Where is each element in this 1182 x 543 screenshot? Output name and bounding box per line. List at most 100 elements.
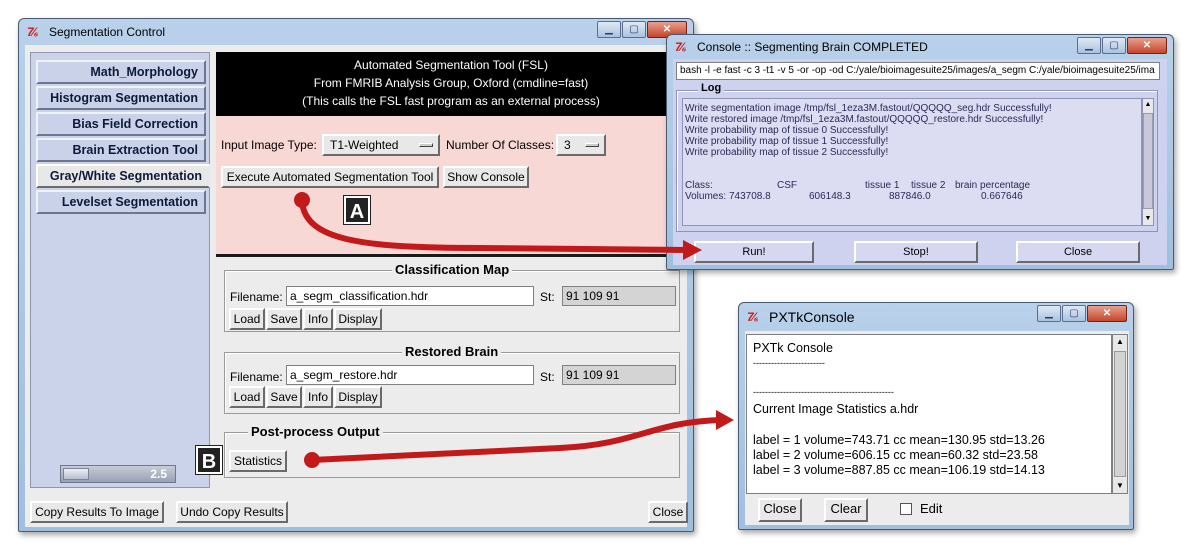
volume-tissue1: 606148.3 bbox=[809, 191, 851, 202]
pxtk-text-area[interactable]: PXTk Console ------------------------ --… bbox=[746, 334, 1112, 494]
scroll-thumb[interactable] bbox=[1114, 351, 1126, 477]
statistics-button[interactable]: Statistics bbox=[229, 450, 287, 472]
class-row: Class: CSF tissue 1 tissue 2 brain perce… bbox=[685, 180, 1139, 191]
restored-filename-field[interactable]: a_segm_restore.hdr bbox=[286, 365, 534, 385]
console-command-field[interactable]: bash -l -e fast -c 3 -t1 -v 5 -or -op -o… bbox=[676, 62, 1160, 80]
maximize-icon[interactable]: ▢ bbox=[622, 21, 646, 38]
slider-value: 2.5 bbox=[150, 467, 167, 481]
restored-display-button[interactable]: Display bbox=[334, 386, 382, 408]
dropdown-indicator-icon bbox=[585, 143, 599, 147]
pxtk-window-controls: ▁ ▢ ✕ bbox=[1036, 305, 1127, 322]
tab-gray-white-segmentation[interactable]: Gray/White Segmentation bbox=[36, 164, 210, 188]
log-line: Write probability map of tissue 0 Succes… bbox=[685, 125, 889, 136]
classification-display-button[interactable]: Display bbox=[334, 308, 382, 330]
volume-tissue2: 887846.0 bbox=[889, 191, 931, 202]
dropdown-indicator-icon bbox=[419, 143, 433, 147]
tk-logo-icon: 7⁄₆ bbox=[675, 40, 686, 54]
pxtk-title: PXTkConsole bbox=[769, 309, 855, 325]
num-classes-label: Number Of Classes: bbox=[446, 138, 555, 152]
classification-info-button[interactable]: Info bbox=[303, 308, 333, 330]
num-classes-value: 3 bbox=[564, 138, 571, 152]
class-tissue2: tissue 2 bbox=[911, 180, 946, 191]
classification-load-button[interactable]: Load bbox=[229, 308, 265, 330]
maximize-icon[interactable]: ▢ bbox=[1102, 37, 1126, 54]
console-close-button[interactable]: Close bbox=[1016, 241, 1140, 263]
tab-brain-extraction-tool[interactable]: Brain Extraction Tool bbox=[36, 138, 206, 162]
show-console-button[interactable]: Show Console bbox=[443, 166, 529, 188]
pxtk-dash-short: ------------------------ bbox=[753, 358, 825, 368]
callout-a: A bbox=[343, 195, 371, 225]
scroll-down-icon[interactable]: ▼ bbox=[1143, 213, 1153, 225]
tab-histogram-segmentation[interactable]: Histogram Segmentation bbox=[36, 86, 206, 110]
maximize-icon[interactable]: ▢ bbox=[1062, 305, 1086, 322]
classification-filename-field[interactable]: a_segm_classification.hdr bbox=[286, 286, 534, 306]
input-type-label: Input Image Type: bbox=[221, 138, 317, 152]
console-window-controls: ▁ ▢ ✕ bbox=[1076, 37, 1167, 54]
restored-info-button[interactable]: Info bbox=[303, 386, 333, 408]
close-icon[interactable]: ✕ bbox=[1087, 305, 1127, 322]
postprocess-title: Post-process Output bbox=[248, 424, 383, 439]
tab-levelset-segmentation[interactable]: Levelset Segmentation bbox=[36, 190, 206, 214]
log-line: Write restored image /tmp/fsl_1eza3M.fas… bbox=[685, 114, 1044, 125]
execute-segmentation-button[interactable]: Execute Automated Segmentation Tool bbox=[221, 166, 439, 188]
close-icon[interactable]: ✕ bbox=[1127, 37, 1167, 54]
pxtk-close-button[interactable]: Close bbox=[758, 498, 802, 522]
scroll-thumb[interactable] bbox=[1143, 113, 1153, 209]
pxtk-stat-line: label = 3 volume=887.85 cc mean=106.19 s… bbox=[753, 463, 1045, 477]
scroll-down-icon[interactable]: ▼ bbox=[1113, 479, 1127, 493]
log-text-area[interactable]: Write segmentation image /tmp/fsl_1eza3M… bbox=[682, 98, 1142, 226]
pxtk-stat-line: label = 1 volume=743.71 cc mean=130.95 s… bbox=[753, 433, 1045, 447]
volume-csf: 743708.8 bbox=[729, 191, 771, 202]
class-tissue1: tissue 1 bbox=[865, 180, 900, 191]
pxtk-clear-button[interactable]: Clear bbox=[824, 498, 868, 522]
tk-logo-icon: 7⁄₆ bbox=[27, 25, 38, 39]
restored-st-field[interactable]: 91 109 91 bbox=[562, 365, 676, 385]
tab-bias-field-correction[interactable]: Bias Field Correction bbox=[36, 112, 206, 136]
pxtk-scrollbar[interactable]: ▲ ▼ bbox=[1112, 334, 1128, 494]
log-title: Log bbox=[698, 82, 725, 94]
pxtk-stat-line: label = 2 volume=606.15 cc mean=60.32 st… bbox=[753, 448, 1038, 462]
log-line: Write segmentation image /tmp/fsl_1eza3M… bbox=[685, 103, 1052, 114]
minimize-icon[interactable]: ▁ bbox=[597, 21, 621, 38]
restored-st-label: St: bbox=[540, 370, 555, 384]
input-type-value: T1-Weighted bbox=[330, 138, 399, 152]
separator bbox=[216, 254, 686, 257]
log-scrollbar[interactable]: ▲ ▼ bbox=[1142, 98, 1154, 226]
classification-st-label: St: bbox=[540, 290, 555, 304]
classification-save-button[interactable]: Save bbox=[266, 308, 302, 330]
undo-copy-button[interactable]: Undo Copy Results bbox=[176, 501, 288, 523]
copy-results-button[interactable]: Copy Results To Image bbox=[30, 501, 164, 523]
class-brain-percentage: brain percentage bbox=[955, 180, 1031, 191]
classification-filename-label: Filename: bbox=[230, 290, 283, 304]
pxtk-stats-title: Current Image Statistics a.hdr bbox=[753, 402, 919, 416]
tool-header: Automated Segmentation Tool (FSL) From F… bbox=[216, 52, 686, 116]
console-stop-button[interactable]: Stop! bbox=[854, 241, 978, 263]
header-line-2: From FMRIB Analysis Group, Oxford (cmdli… bbox=[313, 76, 589, 90]
header-line-3: (This calls the FSL fast program as an e… bbox=[302, 94, 600, 108]
log-line: Write probability map of tissue 1 Succes… bbox=[685, 136, 889, 147]
slider-handle[interactable] bbox=[63, 468, 89, 480]
zoom-slider[interactable]: 2.5 bbox=[60, 465, 176, 483]
minimize-icon[interactable]: ▁ bbox=[1077, 37, 1101, 54]
pxtk-heading: PXTk Console bbox=[753, 341, 833, 355]
console-run-button[interactable]: Run! bbox=[694, 241, 814, 263]
log-line: Write probability map of tissue 2 Succes… bbox=[685, 147, 889, 158]
class-csf: CSF bbox=[777, 180, 797, 191]
header-line-1: Automated Segmentation Tool (FSL) bbox=[354, 58, 548, 72]
console-title: Console :: Segmenting Brain COMPLETED bbox=[697, 40, 928, 54]
classification-st-field[interactable]: 91 109 91 bbox=[562, 286, 676, 306]
scroll-up-icon[interactable]: ▲ bbox=[1143, 99, 1153, 111]
restored-load-button[interactable]: Load bbox=[229, 386, 265, 408]
minimize-icon[interactable]: ▁ bbox=[1037, 305, 1061, 322]
tk-logo-icon: 7⁄₆ bbox=[747, 310, 758, 324]
scroll-up-icon[interactable]: ▲ bbox=[1113, 335, 1127, 349]
num-classes-select[interactable]: 3 bbox=[556, 134, 606, 156]
edit-checkbox[interactable] bbox=[900, 503, 912, 515]
input-type-select[interactable]: T1-Weighted bbox=[322, 134, 440, 156]
volume-brain-percentage: 0.667646 bbox=[981, 191, 1023, 202]
volumes-label: Volumes: bbox=[685, 191, 727, 202]
segmentation-titlebar[interactable]: 7⁄₆ Segmentation Control bbox=[19, 19, 693, 45]
restored-save-button[interactable]: Save bbox=[266, 386, 302, 408]
seg-close-button[interactable]: Close bbox=[648, 501, 688, 523]
tab-math-morphology[interactable]: Math_Morphology bbox=[36, 60, 206, 84]
